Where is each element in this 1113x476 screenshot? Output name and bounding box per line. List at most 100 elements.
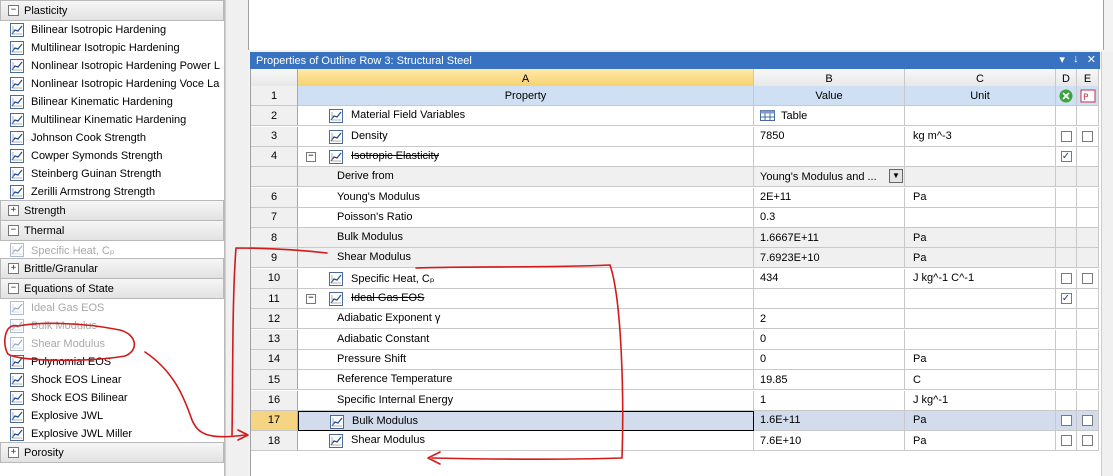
- unit-cell[interactable]: J kg^-1 C^-1: [905, 268, 1056, 289]
- unit-cell[interactable]: Pa: [905, 431, 1056, 452]
- row-number[interactable]: 8: [251, 228, 298, 249]
- value-cell[interactable]: 7.6E+10: [754, 431, 905, 452]
- value-cell[interactable]: 1: [754, 390, 905, 411]
- pin-button[interactable]: ↓: [1071, 53, 1081, 66]
- property-cell[interactable]: Material Field Variables: [298, 106, 754, 127]
- property-cell[interactable]: Reference Temperature: [298, 370, 754, 391]
- toolbox-scrollbar[interactable]: [225, 0, 248, 476]
- toolbox-group[interactable]: + Strength: [0, 200, 224, 221]
- parameter-cell[interactable]: [1077, 146, 1099, 167]
- parameter-checkbox[interactable]: [1082, 130, 1093, 142]
- unit-cell[interactable]: [905, 329, 1056, 350]
- toolbox-group[interactable]: + Brittle/Granular: [0, 258, 224, 279]
- value-cell[interactable]: 1.6E+11: [754, 410, 905, 431]
- value-cell[interactable]: 7850: [754, 126, 905, 147]
- panel-menu-button[interactable]: ▾: [1059, 53, 1065, 66]
- include-cell[interactable]: [1056, 167, 1077, 188]
- include-checkbox[interactable]: [1060, 414, 1072, 426]
- toolbox-item[interactable]: Explosive JWL Miller: [0, 425, 224, 443]
- row-number[interactable]: 2: [251, 106, 298, 127]
- table-row[interactable]: 16 Specific Internal Energy 1 J kg^-1: [251, 390, 1099, 411]
- parameter-cell[interactable]: [1077, 370, 1099, 391]
- unit-cell[interactable]: Pa: [905, 248, 1056, 269]
- row-number[interactable]: 7: [251, 207, 298, 228]
- toolbox-item[interactable]: Specific Heat, Cₚ: [0, 241, 224, 259]
- include-cell[interactable]: [1056, 370, 1077, 391]
- parameter-cell[interactable]: [1077, 390, 1099, 411]
- table-row[interactable]: 17 Bulk Modulus 1.6E+11 Pa: [251, 410, 1099, 431]
- table-row[interactable]: 15 Reference Temperature 19.85 C: [251, 370, 1099, 391]
- toolbox-item[interactable]: Shock EOS Bilinear: [0, 389, 224, 407]
- row-number[interactable]: 12: [251, 309, 298, 330]
- row-number[interactable]: 10: [251, 268, 298, 289]
- parameter-cell[interactable]: [1077, 228, 1099, 249]
- parameter-checkbox[interactable]: [1082, 414, 1093, 426]
- value-cell[interactable]: [754, 289, 905, 309]
- toolbox-group[interactable]: − Plasticity: [0, 0, 224, 21]
- expand-icon[interactable]: +: [8, 205, 19, 216]
- row-number[interactable]: [251, 167, 298, 188]
- include-cell[interactable]: [1056, 126, 1077, 147]
- row-number[interactable]: 3: [251, 126, 298, 147]
- row-number[interactable]: 6: [251, 187, 298, 208]
- toolbox-item[interactable]: Explosive JWL: [0, 407, 224, 425]
- property-cell[interactable]: − Ideal Gas EOS: [298, 289, 754, 309]
- collapse-icon[interactable]: −: [8, 5, 19, 16]
- property-cell[interactable]: Derive from: [298, 167, 754, 188]
- toolbox-item[interactable]: Bilinear Isotropic Hardening: [0, 21, 224, 39]
- include-cell[interactable]: [1056, 349, 1077, 370]
- include-cell[interactable]: [1056, 390, 1077, 411]
- include-checkbox[interactable]: [1060, 130, 1072, 142]
- parameter-cell[interactable]: [1077, 167, 1099, 188]
- value-cell[interactable]: 0: [754, 329, 905, 350]
- row-number[interactable]: 18: [251, 431, 298, 452]
- toolbox-item[interactable]: Nonlinear Isotropic Hardening Voce La: [0, 75, 224, 93]
- unit-cell[interactable]: J kg^-1: [905, 390, 1056, 411]
- toolbox-item[interactable]: Shock EOS Linear: [0, 371, 224, 389]
- parameter-checkbox[interactable]: [1082, 272, 1093, 284]
- property-cell[interactable]: Poisson's Ratio: [298, 207, 754, 228]
- property-cell[interactable]: Shear Modulus: [298, 248, 754, 269]
- unit-cell[interactable]: Pa: [905, 228, 1056, 249]
- include-cell[interactable]: [1056, 106, 1077, 127]
- parameter-icon[interactable]: P: [1077, 86, 1099, 106]
- table-row[interactable]: 13 Adiabatic Constant 0: [251, 329, 1099, 350]
- row-number[interactable]: 11: [251, 289, 298, 309]
- expand-icon[interactable]: +: [8, 447, 19, 458]
- parameter-cell[interactable]: [1077, 329, 1099, 350]
- parameter-cell[interactable]: [1077, 349, 1099, 370]
- table-row[interactable]: 3 Density 7850 kg m^-3: [251, 126, 1099, 147]
- unit-cell[interactable]: [905, 106, 1056, 127]
- include-cell[interactable]: ✓: [1056, 289, 1077, 309]
- row-number[interactable]: 13: [251, 329, 298, 350]
- include-cell[interactable]: [1056, 309, 1077, 330]
- include-checkbox[interactable]: [1060, 272, 1072, 284]
- property-cell[interactable]: Adiabatic Exponent γ: [298, 309, 754, 330]
- value-cell[interactable]: 434: [754, 268, 905, 289]
- value-cell[interactable]: 19.85: [754, 370, 905, 391]
- property-cell[interactable]: Shear Modulus: [298, 431, 754, 452]
- row-number[interactable]: 17: [251, 410, 298, 431]
- toolbox-item[interactable]: Bilinear Kinematic Hardening: [0, 93, 224, 111]
- table-row[interactable]: 12 Adiabatic Exponent γ 2: [251, 309, 1099, 330]
- value-cell[interactable]: [754, 146, 905, 167]
- unit-cell[interactable]: [905, 167, 1056, 188]
- unit-cell[interactable]: [905, 146, 1056, 167]
- include-cell[interactable]: [1056, 248, 1077, 269]
- property-cell[interactable]: Bulk Modulus: [298, 410, 754, 431]
- table-row[interactable]: 11− Ideal Gas EOS ✓: [251, 289, 1099, 309]
- toolbox-item[interactable]: Ideal Gas EOS: [0, 299, 224, 317]
- grid-scrollbar[interactable]: [1101, 52, 1113, 476]
- include-cell[interactable]: [1056, 410, 1077, 431]
- parameter-cell[interactable]: [1077, 126, 1099, 147]
- close-button[interactable]: ✕: [1087, 53, 1096, 66]
- value-cell[interactable]: 7.6923E+10: [754, 248, 905, 269]
- table-row[interactable]: 9 Shear Modulus 7.6923E+10 Pa: [251, 248, 1099, 269]
- include-checkbox-checked[interactable]: ✓: [1060, 150, 1072, 162]
- unit-cell[interactable]: kg m^-3: [905, 126, 1056, 147]
- row-number[interactable]: 14: [251, 349, 298, 370]
- toolbox-item[interactable]: Shear Modulus: [0, 335, 224, 353]
- include-cell[interactable]: [1056, 187, 1077, 208]
- table-row[interactable]: 6 Young's Modulus 2E+11 Pa: [251, 187, 1099, 208]
- property-cell[interactable]: Pressure Shift: [298, 349, 754, 370]
